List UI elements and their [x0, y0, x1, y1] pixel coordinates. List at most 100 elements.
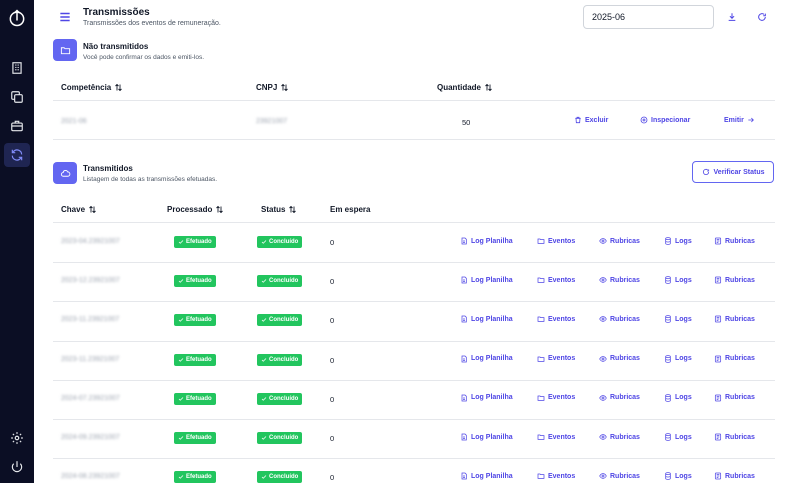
row-action-4[interactable]: Rubricas — [714, 237, 755, 245]
inspect-button[interactable]: Inspecionar — [640, 116, 690, 124]
check-icon — [178, 397, 184, 401]
sidebar-item-settings[interactable] — [4, 426, 30, 450]
row-action-3[interactable]: Logs — [664, 315, 692, 324]
row-action-2[interactable]: Rubricas — [599, 394, 640, 402]
folder-icon — [537, 473, 545, 479]
sidebar-item-copy[interactable] — [4, 85, 30, 109]
row-action-0[interactable]: Log Planilha — [460, 394, 513, 402]
col-cnpj[interactable]: CNPJ — [256, 83, 289, 92]
sidebar-item-sync[interactable] — [4, 143, 30, 167]
row-action-3[interactable]: Logs — [664, 472, 692, 480]
col-processado[interactable]: Processado — [167, 205, 224, 214]
database-icon — [665, 276, 671, 284]
emit-button[interactable]: Emitir — [724, 116, 755, 124]
folder-icon — [53, 39, 77, 61]
database-icon — [665, 315, 671, 324]
page-title: Transmissões — [83, 7, 150, 18]
list-icon — [714, 433, 722, 441]
divider — [53, 222, 775, 223]
period-input[interactable] — [583, 5, 714, 29]
status-badge: Concluído — [257, 353, 303, 366]
divider — [53, 262, 775, 263]
processed-badge: Efetuado — [174, 432, 216, 444]
folder-icon — [537, 317, 545, 323]
sort-icon — [89, 205, 96, 214]
row-action-2[interactable]: Rubricas — [599, 276, 640, 284]
row-action-4[interactable]: Rubricas — [714, 355, 755, 363]
col-competencia[interactable]: Competência — [61, 83, 123, 92]
list-icon — [714, 276, 722, 284]
status-badge: Concluído — [257, 392, 303, 405]
row-action-1[interactable]: Eventos — [537, 433, 575, 441]
row-action-4[interactable]: Rubricas — [714, 276, 755, 284]
divider — [53, 380, 775, 381]
row-action-0[interactable]: Log Planilha — [460, 472, 513, 480]
delete-button[interactable]: Excluir — [574, 116, 608, 124]
eye-icon — [599, 395, 607, 401]
row-action-1[interactable]: Eventos — [537, 315, 575, 323]
row-action-0[interactable]: Log Planilha — [460, 276, 513, 284]
row-action-1[interactable]: Eventos — [537, 355, 575, 363]
folder-icon — [537, 395, 545, 401]
inspect-icon — [640, 116, 648, 124]
row-action-0[interactable]: Log Planilha — [460, 355, 513, 363]
download-button[interactable] — [724, 9, 740, 25]
eye-icon — [599, 238, 607, 244]
sidebar-item-briefcase[interactable] — [4, 114, 30, 138]
check-icon — [261, 240, 267, 244]
cloud-icon — [53, 162, 77, 184]
row-action-0[interactable]: Log Planilha — [460, 433, 513, 441]
refresh-button[interactable] — [754, 9, 770, 25]
sort-icon — [281, 83, 289, 92]
row-action-2[interactable]: Rubricas — [599, 433, 640, 441]
processed-badge: Efetuado — [174, 353, 216, 366]
row-chave: 2023-12.23921007 — [61, 277, 120, 285]
row-action-1[interactable]: Eventos — [537, 276, 575, 284]
row-action-3[interactable]: Logs — [664, 276, 692, 284]
list-icon — [714, 394, 722, 402]
row-action-4[interactable]: Rubricas — [714, 433, 755, 441]
list-icon — [714, 316, 722, 323]
row-action-2[interactable]: Rubricas — [599, 472, 640, 480]
row-action-2[interactable]: Rubricas — [599, 237, 640, 245]
row-action-4[interactable]: Rubricas — [714, 472, 755, 480]
row-action-2[interactable]: Rubricas — [599, 315, 640, 323]
verify-status-button[interactable]: Verificar Status — [692, 161, 774, 183]
row-action-1[interactable]: Eventos — [537, 237, 575, 245]
row-action-1[interactable]: Eventos — [537, 394, 575, 402]
database-icon — [665, 394, 671, 402]
list-icon — [714, 472, 722, 480]
pending-title: Não transmitidos — [83, 42, 149, 51]
logo-icon[interactable] — [5, 6, 29, 30]
menu-icon[interactable] — [58, 10, 72, 24]
copy-icon — [11, 91, 23, 103]
divider — [53, 419, 775, 420]
col-quantidade[interactable]: Quantidade — [437, 83, 493, 92]
row-chave: 2023-11.23921007 — [61, 316, 120, 324]
row-action-3[interactable]: Logs — [664, 237, 692, 245]
sync-icon — [11, 149, 23, 161]
row-action-1[interactable]: Eventos — [537, 472, 575, 480]
sidebar-item-logout[interactable] — [4, 455, 30, 479]
row-action-4[interactable]: Rubricas — [714, 315, 755, 323]
row-em-espera: 0 — [330, 473, 335, 483]
row-chave: 2023-04.23921007 — [61, 238, 120, 245]
row-action-4[interactable]: Rubricas — [714, 394, 755, 402]
status-badge: Concluído — [257, 471, 303, 483]
doc-icon — [461, 394, 467, 402]
processed-badge: Efetuado — [174, 314, 216, 327]
sort-icon — [115, 83, 123, 92]
col-chave[interactable]: Chave — [61, 205, 97, 214]
eye-icon — [599, 434, 607, 440]
col-status[interactable]: Status — [261, 205, 297, 214]
divider — [53, 139, 775, 140]
row-action-2[interactable]: Rubricas — [599, 355, 640, 363]
sidebar-item-building[interactable] — [4, 56, 30, 80]
building-icon — [12, 62, 22, 74]
row-action-3[interactable]: Logs — [664, 394, 692, 402]
row-action-3[interactable]: Logs — [664, 354, 692, 363]
row-action-0[interactable]: Log Planilha — [460, 315, 513, 323]
row-action-0[interactable]: Log Planilha — [460, 237, 513, 245]
row-chave: 2023-11.23921007 — [61, 355, 120, 363]
row-action-3[interactable]: Logs — [664, 433, 692, 441]
